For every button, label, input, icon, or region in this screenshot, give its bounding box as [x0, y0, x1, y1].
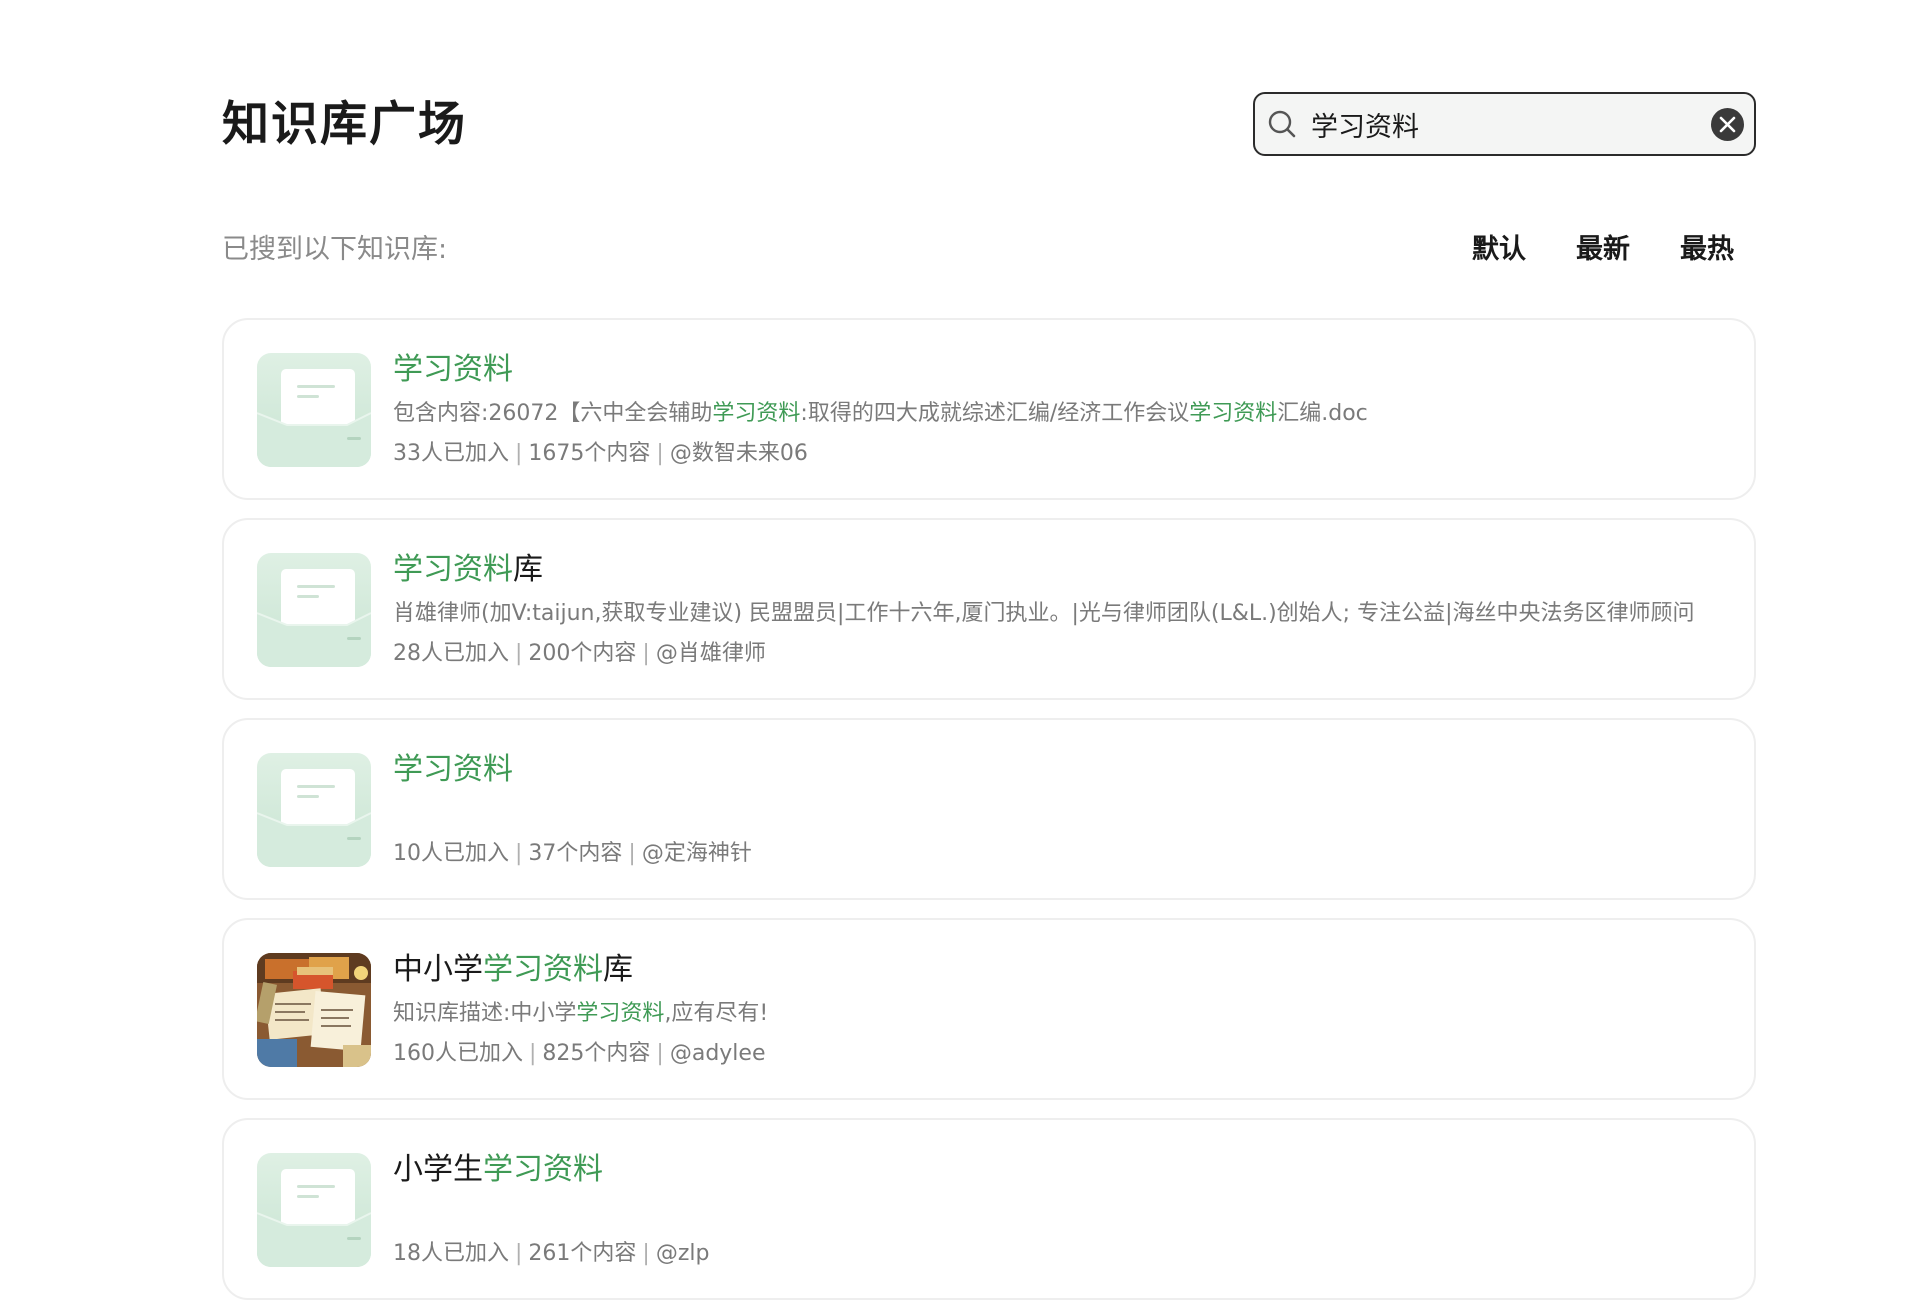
- meta-divider: |: [529, 1041, 537, 1066]
- owner-link[interactable]: @adylee: [670, 1041, 766, 1066]
- sort-tab-newest[interactable]: 最新: [1576, 230, 1630, 270]
- page-title: 知识库广场: [222, 97, 467, 152]
- title-highlight: 学习资料: [393, 552, 513, 587]
- meta-divider: |: [642, 641, 650, 666]
- cover-image: [257, 953, 371, 1067]
- card-meta: 10人已加入 | 37个内容 | @定海神针: [393, 838, 1704, 870]
- card-title[interactable]: 中小学学习资料库: [393, 950, 1704, 990]
- header: 知识库广场: [222, 92, 1756, 156]
- meta-divider: |: [642, 1241, 650, 1266]
- member-count: 18人已加入: [393, 1241, 509, 1266]
- sort-tabs: 默认 最新 最热: [1472, 230, 1734, 270]
- card-description: 包含内容:26072【六中全会辅助学习资料:取得的四大成就综述汇编/经济工作会议…: [393, 398, 1704, 430]
- card-meta: 160人已加入 | 825个内容 | @adylee: [393, 1038, 1704, 1070]
- title-highlight: 学习资料: [483, 952, 603, 987]
- knowledge-base-card[interactable]: 学习资料库肖雄律师(加V:taijun,获取专业建议) 民盟盟员|工作十六年,厦…: [222, 518, 1756, 700]
- owner-link[interactable]: @zlp: [656, 1241, 710, 1266]
- knowledge-base-card[interactable]: 中小学学习资料库 知识库描述:中小学学习资料,应有尽有! 160人已加入 | 825个内…: [222, 918, 1756, 1100]
- sort-tab-default[interactable]: 默认: [1472, 230, 1526, 270]
- content-count: 200个内容: [528, 641, 637, 666]
- card-meta: 18人已加入 | 261个内容 | @zlp: [393, 1238, 1704, 1270]
- folder-thumb-icon: [257, 553, 371, 667]
- search-input[interactable]: [1311, 102, 1701, 146]
- card-description: 知识库描述:中小学学习资料,应有尽有!: [393, 998, 1704, 1030]
- sort-tab-hottest[interactable]: 最热: [1680, 230, 1734, 270]
- desc-text: ,应有尽有!: [664, 1001, 769, 1026]
- card-body: 学习资料库肖雄律师(加V:taijun,获取专业建议) 民盟盟员|工作十六年,厦…: [393, 550, 1704, 670]
- member-count: 160人已加入: [393, 1041, 523, 1066]
- owner-link[interactable]: @肖雄律师: [656, 641, 766, 666]
- owner-link[interactable]: @定海神针: [642, 841, 752, 866]
- search-box[interactable]: [1253, 92, 1756, 156]
- desc-highlight: 学习资料: [576, 1001, 665, 1026]
- card-title[interactable]: 学习资料库: [393, 550, 1704, 590]
- desc-text: 肖雄律师(加V:taijun,获取专业建议) 民盟盟员|工作十六年,厦门执业。|…: [393, 601, 1695, 626]
- meta-divider: |: [515, 441, 523, 466]
- knowledge-base-card[interactable]: 学习资料 包含内容:26072【六中全会辅助学习资料:取得的四大成就综述汇编/经济…: [222, 318, 1756, 500]
- card-title[interactable]: 学习资料: [393, 750, 1704, 790]
- meta-divider: |: [515, 641, 523, 666]
- search-icon: [1265, 107, 1299, 141]
- title-highlight: 学习资料: [483, 1152, 603, 1187]
- folder-thumb-icon: [257, 1153, 371, 1267]
- member-count: 10人已加入: [393, 841, 509, 866]
- card-title[interactable]: 小学生学习资料: [393, 1150, 1704, 1190]
- card-description: [393, 798, 1704, 830]
- meta-divider: |: [656, 1041, 664, 1066]
- result-bar: 已搜到以下知识库: 默认 最新 最热: [222, 230, 1756, 270]
- meta-divider: |: [656, 441, 664, 466]
- member-count: 28人已加入: [393, 641, 509, 666]
- title-text: 中小学: [393, 952, 483, 987]
- card-meta: 28人已加入 | 200个内容 | @肖雄律师: [393, 638, 1704, 670]
- card-title[interactable]: 学习资料: [393, 350, 1704, 390]
- desc-text: 包含内容:26072【六中全会辅助: [393, 401, 713, 426]
- content-count: 37个内容: [528, 841, 623, 866]
- meta-divider: |: [515, 1241, 523, 1266]
- card-body: 中小学学习资料库 知识库描述:中小学学习资料,应有尽有! 160人已加入 | 825个内…: [393, 950, 1704, 1070]
- meta-divider: |: [515, 841, 523, 866]
- knowledge-base-card[interactable]: 小学生学习资料 18人已加入 | 261个内容 | @zlp: [222, 1118, 1756, 1300]
- meta-divider: |: [628, 841, 636, 866]
- folder-thumb-icon: [257, 753, 371, 867]
- content-count: 825个内容: [542, 1041, 651, 1066]
- card-meta: 33人已加入 | 1675个内容 | @数智未来06: [393, 438, 1704, 470]
- desc-highlight: 学习资料: [712, 401, 801, 426]
- content-count: 261个内容: [528, 1241, 637, 1266]
- owner-link[interactable]: @数智未来06: [670, 441, 808, 466]
- title-text: 小学生: [393, 1152, 483, 1187]
- desc-highlight: 学习资料: [1189, 401, 1278, 426]
- desc-text: :取得的四大成就综述汇编/经济工作会议: [800, 401, 1190, 426]
- desc-text: 汇编.doc: [1277, 401, 1368, 426]
- content-count: 1675个内容: [528, 441, 651, 466]
- knowledge-base-card[interactable]: 学习资料 10人已加入 | 37个内容 | @定海神针: [222, 718, 1756, 900]
- title-highlight: 学习资料: [393, 352, 513, 387]
- card-body: 学习资料 包含内容:26072【六中全会辅助学习资料:取得的四大成就综述汇编/经济…: [393, 350, 1704, 470]
- folder-thumb-icon: [257, 353, 371, 467]
- title-text: 库: [513, 552, 543, 587]
- result-label: 已搜到以下知识库:: [222, 234, 448, 265]
- card-description: 肖雄律师(加V:taijun,获取专业建议) 民盟盟员|工作十六年,厦门执业。|…: [393, 598, 1704, 630]
- card-body: 学习资料 10人已加入 | 37个内容 | @定海神针: [393, 750, 1704, 870]
- member-count: 33人已加入: [393, 441, 509, 466]
- card-body: 小学生学习资料 18人已加入 | 261个内容 | @zlp: [393, 1150, 1704, 1270]
- card-description: [393, 1198, 1704, 1230]
- desc-text: 知识库描述:中小学: [393, 1001, 577, 1026]
- title-highlight: 学习资料: [393, 752, 513, 787]
- title-text: 库: [603, 952, 633, 987]
- clear-search-icon[interactable]: [1711, 108, 1744, 141]
